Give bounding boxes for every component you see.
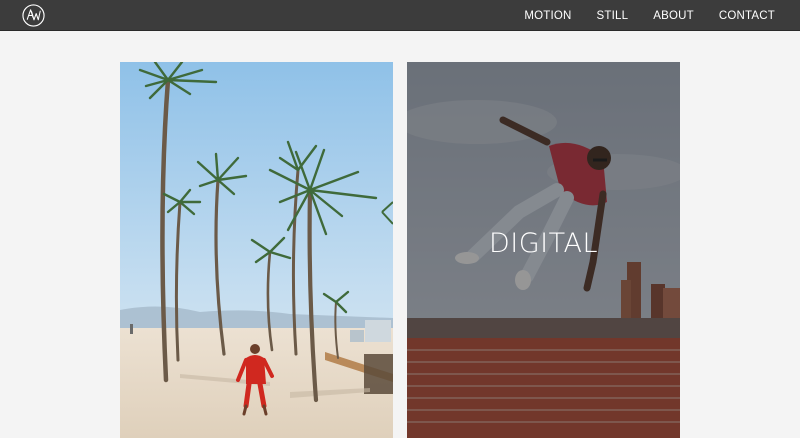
gallery-tile-beach[interactable] xyxy=(120,62,393,438)
top-nav-bar: MOTION STILL ABOUT CONTACT xyxy=(0,0,800,31)
gallery-tile-digital[interactable]: DIGITAL xyxy=(407,62,680,438)
nav-link-still[interactable]: STILL xyxy=(597,10,629,22)
main-menu: MOTION STILL ABOUT CONTACT xyxy=(499,0,775,31)
nav-link-motion[interactable]: MOTION xyxy=(524,10,571,22)
beach-palm-photo xyxy=(120,62,393,438)
nav-link-about[interactable]: ABOUT xyxy=(653,10,694,22)
aw-monogram-icon[interactable] xyxy=(22,4,45,27)
tile-caption-digital[interactable]: DIGITAL xyxy=(407,228,680,259)
nav-link-contact[interactable]: CONTACT xyxy=(719,10,775,22)
